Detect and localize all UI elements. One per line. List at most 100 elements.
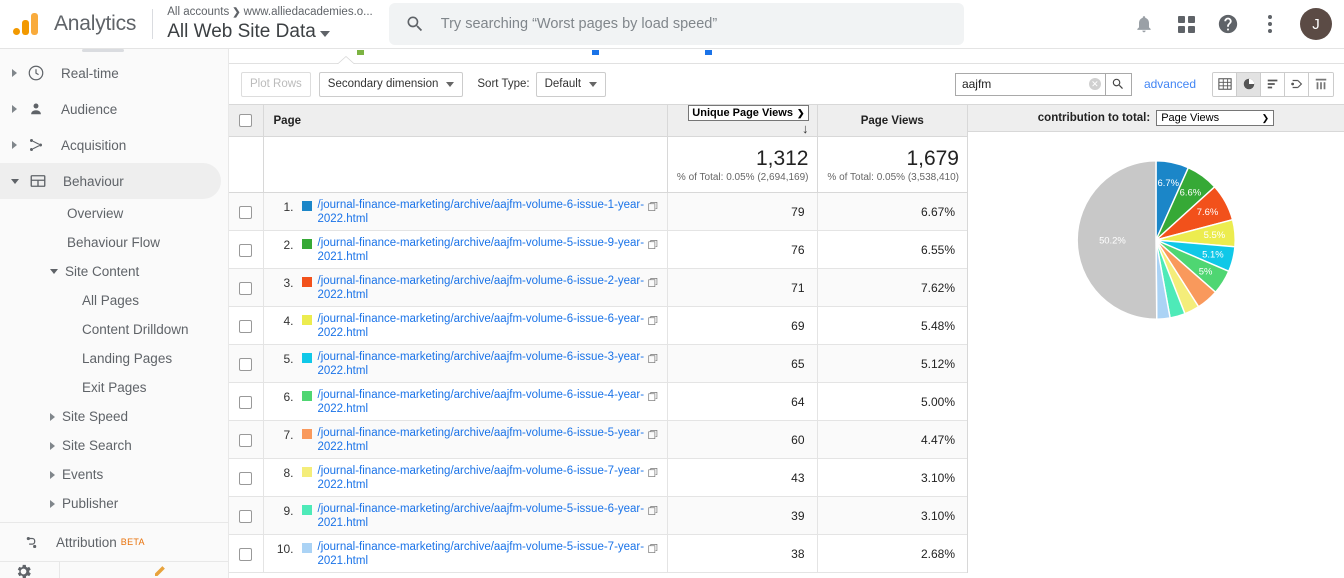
sidebar-item-overview[interactable]: Overview [0, 199, 221, 228]
table-row[interactable]: 4. /journal-finance-marketing/archive/aaj… [229, 306, 967, 345]
sidebar-item-behaviour-flow[interactable]: Behaviour Flow [0, 228, 221, 257]
table-row[interactable]: 7. /journal-finance-marketing/archive/aaj… [229, 420, 967, 459]
open-page-icon[interactable] [647, 353, 659, 367]
sidebar-item-admin[interactable] [0, 561, 228, 578]
sidebar-item-content-drilldown[interactable]: Content Drilldown [0, 315, 221, 344]
pivot-view-icon[interactable] [1309, 72, 1333, 96]
avatar[interactable]: J [1300, 8, 1332, 40]
open-page-icon[interactable] [647, 391, 659, 405]
page-views-column-header[interactable]: Page Views [817, 104, 967, 137]
help-icon[interactable] [1208, 4, 1248, 44]
breadcrumb-property: www.alliedacademies.o... [243, 5, 373, 18]
table-search-input[interactable] [961, 77, 1089, 91]
metric-select[interactable]: Unique Page Views ❯ [688, 105, 809, 121]
series-color-swatch [301, 428, 312, 439]
select-all-checkbox[interactable] [239, 114, 253, 127]
row-checkbox[interactable] [239, 281, 253, 295]
row-checkbox[interactable] [239, 319, 253, 333]
open-page-icon[interactable] [647, 467, 659, 481]
nav-scroll-area[interactable]: Real-time Audience Acquisition Behaviour Ov… [0, 49, 228, 522]
open-page-icon[interactable] [647, 315, 659, 329]
open-page-icon[interactable] [647, 543, 659, 557]
table-row[interactable]: 10. /journal-finance-marketing/archive/aa… [229, 534, 967, 573]
apps-grid-icon[interactable] [1166, 4, 1206, 44]
page-column-header[interactable]: Page [263, 104, 668, 137]
table-row[interactable]: 9. /journal-finance-marketing/archive/aaj… [229, 496, 967, 535]
row-page-cell: 5. /journal-finance-marketing/archive/aaj… [263, 344, 668, 383]
plot-rows-button[interactable]: Plot Rows [241, 71, 311, 97]
open-page-icon[interactable] [647, 277, 659, 291]
open-page-icon[interactable] [647, 429, 659, 443]
sidebar-item-label: Site Search [62, 438, 132, 453]
page-url-link[interactable]: /journal-finance-marketing/archive/aajfm… [318, 464, 645, 492]
performance-view-icon[interactable] [1261, 72, 1285, 96]
global-search[interactable] [388, 3, 964, 45]
acquisition-icon [23, 136, 49, 154]
bell-icon[interactable] [1124, 4, 1164, 44]
sidebar-item-audience[interactable]: Audience [0, 91, 221, 127]
row-checkbox[interactable] [239, 357, 253, 371]
page-url-link[interactable]: /journal-finance-marketing/archive/aajfm… [318, 426, 645, 454]
row-page-views: 3.10% [817, 496, 967, 535]
row-checkbox[interactable] [239, 433, 253, 447]
more-vert-icon[interactable] [1250, 4, 1290, 44]
row-unique-page-views: 39 [667, 496, 818, 535]
pencil-icon[interactable] [153, 562, 169, 578]
table-row[interactable]: 2. /journal-finance-marketing/archive/aaj… [229, 230, 967, 269]
main-content: Plot Rows Secondary dimension Sort Type:… [229, 49, 1344, 578]
pie-chart[interactable]: 6.7%6.6% 7.6% 5.5% 5.1% 5% 50.2% [1066, 150, 1246, 330]
sidebar-item-events[interactable]: Events [0, 460, 221, 489]
table-row[interactable]: 8. /journal-finance-marketing/archive/aaj… [229, 458, 967, 497]
pie-view-icon[interactable] [1237, 72, 1261, 96]
row-page-views: 4.47% [817, 420, 967, 459]
sidebar-item-real-time[interactable]: Real-time [0, 55, 221, 91]
secondary-dimension-button[interactable]: Secondary dimension [318, 71, 464, 97]
row-select-cell [229, 420, 264, 459]
table-row[interactable]: 3. /journal-finance-marketing/archive/aaj… [229, 268, 967, 307]
page-url-link[interactable]: /journal-finance-marketing/archive/aajfm… [318, 274, 645, 302]
sidebar-item-site-content[interactable]: Site Content [0, 257, 221, 286]
page-url-link[interactable]: /journal-finance-marketing/archive/aajfm… [318, 312, 645, 340]
sidebar-item-exit-pages[interactable]: Exit Pages [0, 373, 221, 402]
sidebar-item-all-pages[interactable]: All Pages [0, 286, 221, 315]
global-search-input[interactable] [440, 16, 948, 32]
chevron-right-icon [50, 412, 55, 421]
table-row[interactable]: 6. /journal-finance-marketing/archive/aaj… [229, 382, 967, 421]
row-checkbox[interactable] [239, 471, 253, 485]
sidebar-item-site-speed[interactable]: Site Speed [0, 402, 221, 431]
page-url-link[interactable]: /journal-finance-marketing/archive/aajfm… [318, 502, 645, 530]
account-selector[interactable]: All accounts ❯ www.alliedacademies.o... … [167, 5, 373, 44]
sort-descending-icon[interactable]: ↓ [802, 121, 809, 136]
advanced-filter-link[interactable]: advanced [1144, 77, 1196, 91]
sidebar-item-behaviour[interactable]: Behaviour [0, 163, 221, 199]
table-search[interactable]: ✕ [954, 72, 1105, 96]
open-page-icon[interactable] [647, 201, 659, 215]
sidebar-item-label: Content Drilldown [82, 322, 189, 337]
row-checkbox[interactable] [239, 509, 253, 523]
row-checkbox[interactable] [239, 395, 253, 409]
open-page-icon[interactable] [647, 239, 659, 253]
table-row[interactable]: 1. /journal-finance-marketing/archive/aaj… [229, 192, 967, 231]
sidebar-item-acquisition[interactable]: Acquisition [0, 127, 221, 163]
clear-search-icon[interactable]: ✕ [1088, 78, 1101, 90]
page-url-link[interactable]: /journal-finance-marketing/archive/aajfm… [318, 540, 645, 568]
table-view-icon[interactable] [1213, 72, 1237, 96]
sidebar-item-attribution[interactable]: Attribution BETA [0, 523, 228, 561]
row-checkbox[interactable] [239, 547, 253, 561]
pie-metric-select[interactable]: Page Views ❯ [1156, 110, 1275, 126]
row-checkbox[interactable] [239, 243, 253, 257]
table-search-button[interactable] [1104, 72, 1132, 96]
page-url-link[interactable]: /journal-finance-marketing/archive/aajfm… [318, 350, 645, 378]
sidebar-item-site-search[interactable]: Site Search [0, 431, 221, 460]
view-name[interactable]: All Web Site Data [167, 20, 373, 44]
row-checkbox[interactable] [239, 205, 253, 219]
page-url-link[interactable]: /journal-finance-marketing/archive/aajfm… [318, 236, 645, 264]
sidebar-item-landing-pages[interactable]: Landing Pages [0, 344, 221, 373]
page-url-link[interactable]: /journal-finance-marketing/archive/aajfm… [318, 388, 645, 416]
open-page-icon[interactable] [647, 505, 659, 519]
page-url-link[interactable]: /journal-finance-marketing/archive/aajfm… [318, 198, 645, 226]
sort-type-select[interactable]: Default [535, 71, 607, 97]
sidebar-item-publisher[interactable]: Publisher [0, 489, 221, 518]
comparison-view-icon[interactable] [1285, 72, 1309, 96]
table-row[interactable]: 5. /journal-finance-marketing/archive/aaj… [229, 344, 967, 383]
